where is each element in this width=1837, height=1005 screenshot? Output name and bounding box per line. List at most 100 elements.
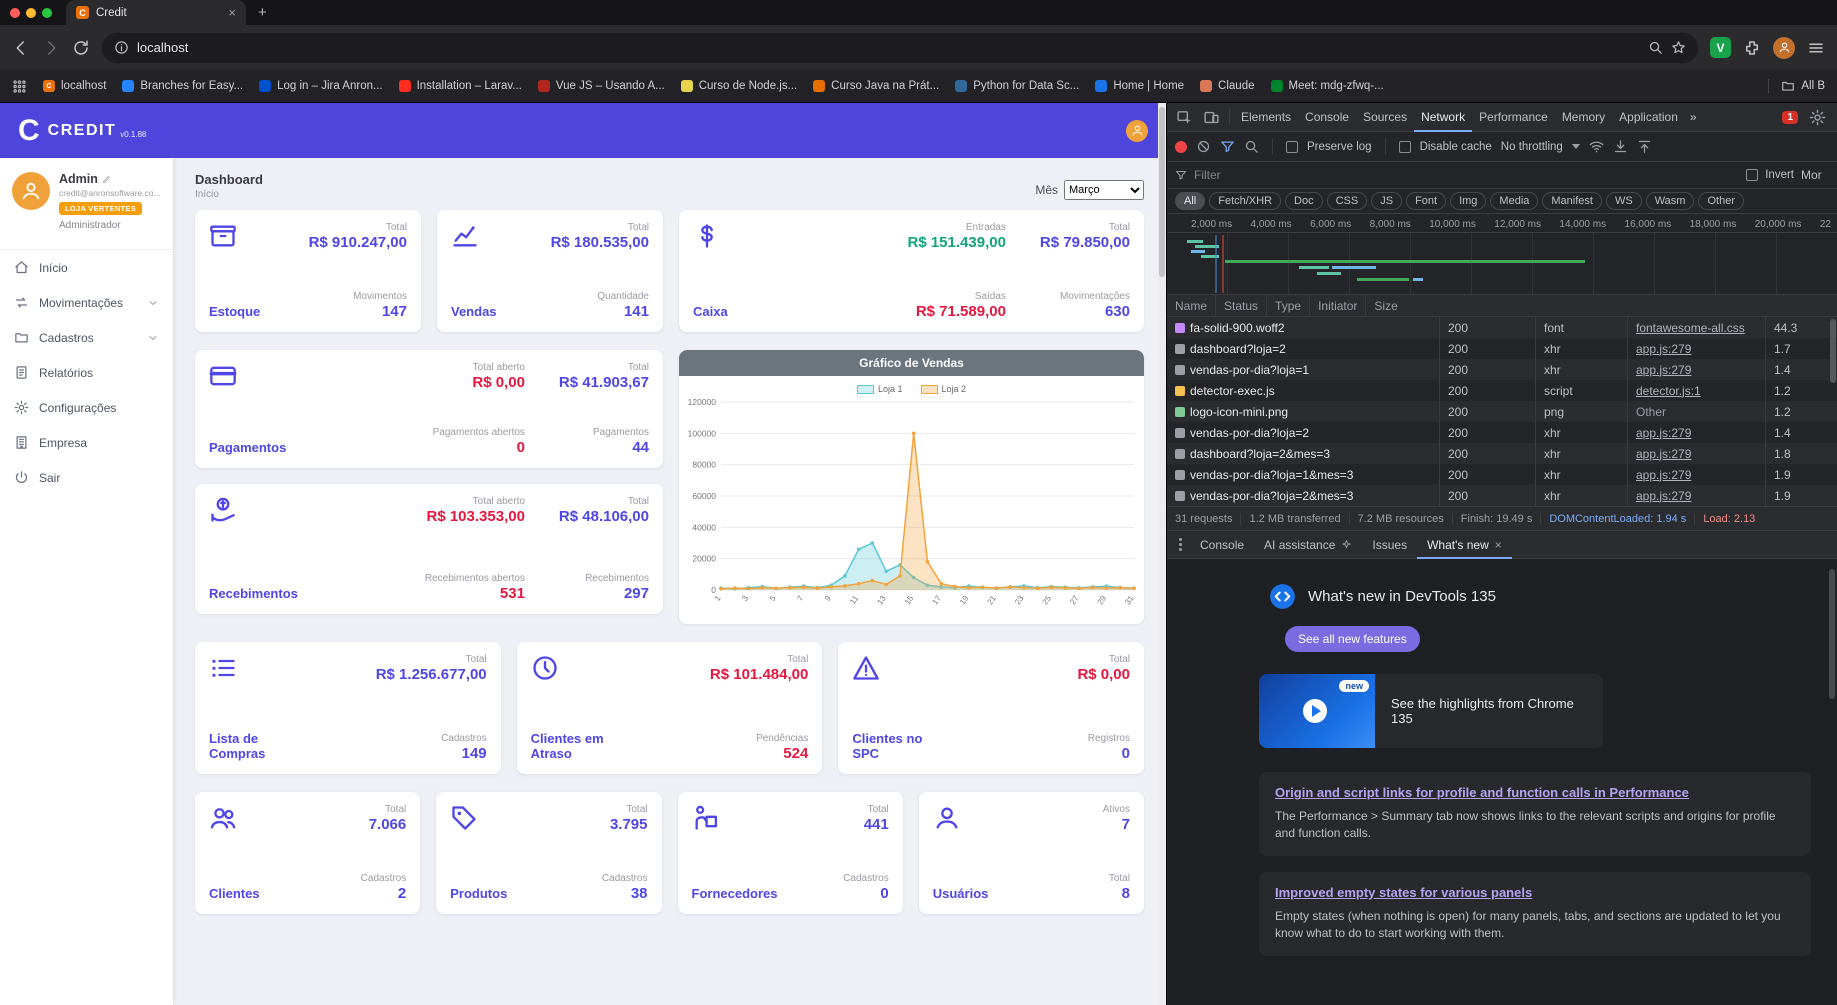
drawer-menu-icon[interactable] xyxy=(1179,543,1182,546)
initiator-link[interactable]: app.js:279 xyxy=(1636,489,1691,503)
throttling-select[interactable]: No throttling xyxy=(1501,141,1563,153)
section-heading-link[interactable]: Origin and script links for profile and … xyxy=(1275,785,1795,800)
filter-chip[interactable]: JS xyxy=(1371,192,1403,210)
drawer-tab-console[interactable]: Console xyxy=(1190,530,1254,559)
table-scrollbar[interactable] xyxy=(1830,319,1836,383)
error-count-badge[interactable]: 1 xyxy=(1782,110,1798,124)
bookmark-item[interactable]: Claude xyxy=(1200,80,1255,92)
preserve-log-checkbox[interactable] xyxy=(1286,140,1298,153)
devtools-tab[interactable]: Network xyxy=(1414,103,1472,132)
new-tab-button[interactable]: + xyxy=(246,0,279,25)
devtools-tab[interactable]: Elements xyxy=(1234,103,1298,132)
export-har-icon[interactable] xyxy=(1637,139,1652,154)
drawer-tab-ai-assistance[interactable]: AI assistance xyxy=(1254,530,1362,559)
initiator-link[interactable]: app.js:279 xyxy=(1636,468,1691,482)
devtools-tab[interactable]: Console xyxy=(1298,103,1356,132)
column-header[interactable]: Status xyxy=(1215,295,1266,316)
filter-chip[interactable]: CSS xyxy=(1326,192,1368,210)
edit-pencil-icon[interactable] xyxy=(102,175,111,184)
more-panels-icon[interactable]: » xyxy=(1685,110,1702,124)
browser-profile-avatar[interactable] xyxy=(1773,36,1795,59)
browser-tab[interactable]: C Credit × xyxy=(66,0,246,25)
import-har-icon[interactable] xyxy=(1613,139,1628,154)
v-extension-icon[interactable]: V xyxy=(1710,37,1731,58)
network-request-row[interactable]: detector-exec.js 200 script detector.js:… xyxy=(1167,380,1837,401)
bookmark-item[interactable]: C localhost xyxy=(43,80,106,92)
initiator-link[interactable]: app.js:279 xyxy=(1636,342,1691,356)
devtools-tab[interactable]: Memory xyxy=(1555,103,1612,132)
zoom-icon[interactable] xyxy=(1648,40,1663,55)
tab-close-icon[interactable]: × xyxy=(228,5,236,20)
bookmark-item[interactable]: Vue JS – Usando A... xyxy=(537,80,665,92)
window-minimize-button[interactable] xyxy=(26,7,36,18)
window-close-button[interactable] xyxy=(10,7,20,18)
profile-avatar[interactable] xyxy=(12,172,50,210)
section-heading-link[interactable]: Improved empty states for various panels xyxy=(1275,885,1795,900)
column-header[interactable]: Name xyxy=(1167,295,1215,316)
extensions-puzzle-icon[interactable] xyxy=(1743,39,1761,57)
drawer-tab-whats-new[interactable]: What's new × xyxy=(1417,530,1512,559)
highlights-card[interactable]: new See the highlights from Chrome 135 xyxy=(1259,674,1603,748)
initiator-link[interactable]: app.js:279 xyxy=(1636,447,1691,461)
site-info-icon[interactable] xyxy=(114,40,129,55)
clear-icon[interactable] xyxy=(1196,139,1211,154)
network-request-row[interactable]: vendas-por-dia?loja=1 200 xhr app.js:279… xyxy=(1167,359,1837,380)
network-filter-input[interactable] xyxy=(1194,168,1740,182)
network-request-row[interactable]: vendas-por-dia?loja=2 200 xhr app.js:279… xyxy=(1167,422,1837,443)
sidebar-item-configuracoes[interactable]: Configurações xyxy=(0,390,173,425)
initiator-link[interactable]: detector.js:1 xyxy=(1636,384,1701,398)
network-request-row[interactable]: vendas-por-dia?loja=2&mes=3 200 xhr app.… xyxy=(1167,485,1837,506)
sidebar-item-empresa[interactable]: Empresa xyxy=(0,425,173,460)
bookmark-item[interactable]: Curso Java na Prát... xyxy=(813,80,939,92)
network-conditions-icon[interactable] xyxy=(1589,139,1604,154)
network-request-row[interactable]: logo-icon-mini.png 200 png Other 1.2 xyxy=(1167,401,1837,422)
network-overview-chart[interactable] xyxy=(1167,233,1837,295)
filter-chip[interactable]: All xyxy=(1175,192,1206,210)
drawer-tab-close-icon[interactable]: × xyxy=(1495,538,1502,552)
play-icon[interactable] xyxy=(1303,699,1327,723)
inspect-element-icon[interactable] xyxy=(1176,109,1193,126)
sidebar-item-inicio[interactable]: Início xyxy=(0,250,173,285)
record-icon[interactable] xyxy=(1175,140,1187,153)
network-request-row[interactable]: dashboard?loja=2 200 xhr app.js:279 1.7 xyxy=(1167,338,1837,359)
network-request-row[interactable]: dashboard?loja=2&mes=3 200 xhr app.js:27… xyxy=(1167,443,1837,464)
devtools-tab[interactable]: Application xyxy=(1612,103,1685,132)
filter-chip[interactable]: Doc xyxy=(1285,192,1323,210)
filter-chip[interactable]: Media xyxy=(1490,192,1539,210)
address-bar[interactable]: localhost xyxy=(102,32,1698,63)
back-icon[interactable] xyxy=(12,39,30,57)
see-all-features-button[interactable]: See all new features xyxy=(1285,626,1420,652)
sidebar-item-relatorios[interactable]: Relatórios xyxy=(0,355,173,390)
network-request-row[interactable]: vendas-por-dia?loja=1&mes=3 200 xhr app.… xyxy=(1167,464,1837,485)
initiator-link[interactable]: app.js:279 xyxy=(1636,363,1691,377)
filter-chip[interactable]: Img xyxy=(1450,192,1487,210)
bookmark-item[interactable]: Installation – Larav... xyxy=(398,80,522,92)
filter-chip[interactable]: WS xyxy=(1605,192,1642,210)
more-filters-label[interactable]: Mor xyxy=(1801,168,1829,182)
initiator-link[interactable]: fontawesome-all.css xyxy=(1636,321,1745,335)
drawer-tab-issues[interactable]: Issues xyxy=(1362,530,1417,559)
column-header[interactable]: Type xyxy=(1266,295,1309,316)
bookmark-item[interactable]: Curso de Node.js... xyxy=(680,80,797,92)
network-search-icon[interactable] xyxy=(1244,139,1259,154)
page-scrollbar[interactable] xyxy=(1158,103,1166,1005)
user-avatar[interactable] xyxy=(1126,119,1148,142)
bookmark-item[interactable]: Branches for Easy... xyxy=(122,80,243,92)
forward-icon[interactable] xyxy=(42,39,60,57)
devtools-tab[interactable]: Performance xyxy=(1472,103,1555,132)
filter-chip[interactable]: Other xyxy=(1698,192,1744,210)
apps-grid-icon[interactable] xyxy=(12,79,27,94)
window-zoom-button[interactable] xyxy=(42,7,52,18)
initiator-link[interactable]: Other xyxy=(1636,405,1666,419)
reload-icon[interactable] xyxy=(72,39,90,57)
column-header[interactable]: Size xyxy=(1365,295,1405,316)
device-toolbar-icon[interactable] xyxy=(1203,109,1220,126)
filter-chip[interactable]: Manifest xyxy=(1542,192,1602,210)
browser-menu-icon[interactable] xyxy=(1807,39,1825,57)
devtools-tab[interactable]: Sources xyxy=(1356,103,1414,132)
filter-chip[interactable]: Font xyxy=(1406,192,1447,210)
sidebar-item-movimentacoes[interactable]: Movimentações xyxy=(0,285,173,320)
all-bookmarks[interactable]: All B xyxy=(1768,79,1825,93)
bookmark-item[interactable]: Python for Data Sc... xyxy=(955,80,1079,92)
invert-checkbox[interactable] xyxy=(1746,169,1759,181)
